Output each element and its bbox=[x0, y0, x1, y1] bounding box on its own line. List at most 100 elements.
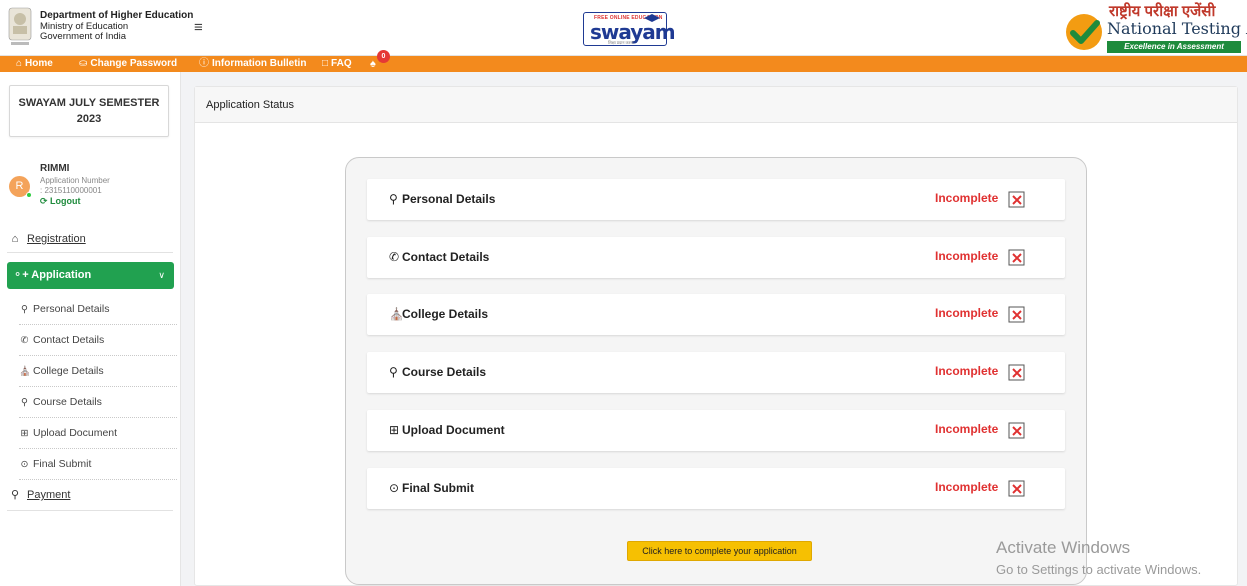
status-panel: ⚲ Personal Details Incomplete ✆ Contact … bbox=[345, 157, 1087, 585]
sidebar-item-label: Registration bbox=[27, 233, 86, 245]
status-row-college-details[interactable]: ⛪ College Details Incomplete bbox=[367, 294, 1065, 335]
semester-title: SWAYAM JULY SEMESTER 2023 bbox=[9, 85, 169, 137]
sidebar-subitem-label: Contact Details bbox=[33, 334, 105, 346]
sidebar: SWAYAM JULY SEMESTER 2023 RIMMI R Applic… bbox=[0, 72, 181, 586]
status-row-contact-details[interactable]: ✆ Contact Details Incomplete bbox=[367, 237, 1065, 278]
sidebar-item-payment[interactable]: ⚲ Payment bbox=[7, 484, 173, 506]
swayam-wordmark: swayam bbox=[590, 20, 676, 44]
lock-icon: ⛀ bbox=[79, 58, 88, 69]
nav-faq[interactable]: □ FAQ bbox=[322, 56, 352, 72]
payment-icon: ⚲ bbox=[10, 489, 20, 501]
nta-tagline: Excellence in Assessment bbox=[1107, 41, 1241, 53]
bank-icon: ⛪ bbox=[19, 366, 31, 377]
status-row-upload-document[interactable]: ⊞ Upload Document Incomplete bbox=[367, 410, 1065, 451]
check-circle-icon: ⊙ bbox=[20, 459, 29, 470]
upload-icon: ⊞ bbox=[389, 423, 400, 437]
emblem-icon bbox=[8, 7, 32, 45]
close-icon[interactable] bbox=[1008, 422, 1027, 439]
add-user-icon: ⚬+ bbox=[13, 269, 32, 281]
bell-icon[interactable]: ♠ bbox=[370, 58, 376, 70]
nav-home[interactable]: ⌂ Home bbox=[16, 56, 53, 72]
watermark-line-1: Activate Windows bbox=[996, 538, 1131, 557]
nta-logo: राष्ट्रीय परीक्षा एजेंसी National Testin… bbox=[1065, 3, 1247, 55]
chevron-down-icon: ∨ bbox=[158, 270, 165, 280]
nav-change-password-label: Change Password bbox=[90, 58, 178, 69]
home-icon: ⌂ bbox=[16, 58, 23, 69]
swayam-logo: FREE ONLINE EDUCATION swayam शिक्षा प्रद… bbox=[583, 12, 676, 46]
home-icon: ⌂ bbox=[11, 233, 19, 245]
sidebar-item-registration[interactable]: ⌂ Registration bbox=[7, 228, 173, 250]
status-row-personal-details[interactable]: ⚲ Personal Details Incomplete bbox=[367, 179, 1065, 220]
application-number: : 2315110000001 bbox=[40, 186, 102, 195]
sidebar-subitem-contact-details[interactable]: ✆ Contact Details bbox=[19, 325, 177, 356]
sidebar-item-application[interactable]: ⚬+ Application ∨ bbox=[7, 262, 174, 289]
phone-icon: ✆ bbox=[389, 250, 400, 264]
nav-information-bulletin-label: Information Bulletin bbox=[212, 58, 307, 69]
award-icon: ⚲ bbox=[21, 397, 28, 408]
sidebar-subitem-upload-document[interactable]: ⊞ Upload Document bbox=[19, 418, 177, 449]
graduation-cap-icon bbox=[644, 14, 660, 22]
row-title: Course Details bbox=[402, 365, 487, 379]
sidebar-subitem-college-details[interactable]: ⛪ College Details bbox=[19, 356, 177, 387]
sidebar-subitem-course-details[interactable]: ⚲ Course Details bbox=[19, 387, 177, 418]
row-title: Personal Details bbox=[402, 192, 496, 206]
status-badge: Incomplete bbox=[935, 422, 999, 436]
notification-badge: 0 bbox=[377, 50, 390, 63]
sidebar-subitem-label: Final Submit bbox=[33, 458, 92, 470]
nta-check-icon bbox=[1066, 14, 1102, 50]
close-icon[interactable] bbox=[1008, 306, 1027, 323]
top-nav-bar: ⌂ Home ⛀ Change Password ⓘ Information Bull… bbox=[0, 56, 1247, 72]
upload-icon: ⊞ bbox=[20, 428, 29, 439]
sidebar-item-label: Application bbox=[31, 269, 92, 281]
row-title: Upload Document bbox=[402, 423, 505, 437]
status-badge: Incomplete bbox=[935, 480, 999, 494]
close-icon[interactable] bbox=[1008, 364, 1027, 381]
hamburger-menu-icon[interactable]: ≡ bbox=[194, 20, 203, 35]
row-title: Contact Details bbox=[402, 250, 490, 264]
close-icon[interactable] bbox=[1008, 249, 1027, 266]
sidebar-subitem-final-submit[interactable]: ⊙ Final Submit bbox=[19, 449, 177, 480]
award-icon: ⚲ bbox=[389, 365, 398, 379]
info-icon: ⓘ bbox=[199, 58, 209, 69]
online-status-dot bbox=[26, 192, 32, 198]
sidebar-item-label: Payment bbox=[27, 489, 71, 501]
status-badge: Incomplete bbox=[935, 306, 999, 320]
logout-icon: ⟳ bbox=[40, 196, 51, 206]
close-icon[interactable] bbox=[1008, 480, 1027, 497]
nta-english-name: National Testing Agency bbox=[1107, 19, 1247, 38]
complete-application-button[interactable]: Click here to complete your application bbox=[627, 541, 812, 561]
phone-icon: ✆ bbox=[20, 335, 29, 346]
logout-label: Logout bbox=[50, 196, 81, 206]
chat-icon: □ bbox=[322, 58, 329, 69]
status-badge: Incomplete bbox=[935, 249, 999, 263]
user-icon: ⚲ bbox=[389, 192, 398, 206]
nav-faq-label: FAQ bbox=[331, 58, 352, 69]
sidebar-subitem-label: Course Details bbox=[33, 396, 102, 408]
divider bbox=[7, 510, 173, 511]
row-title: College Details bbox=[402, 307, 489, 321]
nta-hindi-name: राष्ट्रीय परीक्षा एजेंसी bbox=[1109, 3, 1216, 20]
logout-link[interactable]: ⟳ Logout bbox=[40, 196, 81, 207]
dept-line-3: Government of India bbox=[40, 31, 127, 42]
page-title: Application Status bbox=[195, 87, 1237, 123]
activation-watermark: Activate Windows Go to Settings to activ… bbox=[996, 538, 1201, 579]
application-number-label: Application Number bbox=[40, 176, 110, 185]
nav-information-bulletin[interactable]: ⓘ Information Bulletin bbox=[199, 56, 306, 72]
watermark-line-2: Go to Settings to activate Windows. bbox=[996, 562, 1202, 577]
nav-home-label: Home bbox=[25, 58, 53, 69]
close-icon[interactable] bbox=[1008, 191, 1027, 208]
swayam-subtext: शिक्षा प्रदान करना bbox=[608, 40, 634, 45]
sidebar-subitem-label: College Details bbox=[33, 365, 104, 377]
status-badge: Incomplete bbox=[935, 191, 999, 205]
department-name: Department of Higher Education Ministry … bbox=[40, 10, 194, 43]
check-circle-icon: ⊙ bbox=[389, 481, 400, 495]
status-row-final-submit[interactable]: ⊙ Final Submit Incomplete bbox=[367, 468, 1065, 509]
status-row-course-details[interactable]: ⚲ Course Details Incomplete bbox=[367, 352, 1065, 393]
sidebar-subitem-label: Personal Details bbox=[33, 303, 110, 315]
status-badge: Incomplete bbox=[935, 364, 999, 378]
nav-change-password[interactable]: ⛀ Change Password bbox=[79, 56, 177, 72]
row-title: Final Submit bbox=[402, 481, 474, 495]
user-icon: ⚲ bbox=[21, 304, 28, 315]
sidebar-subitem-personal-details[interactable]: ⚲ Personal Details bbox=[19, 294, 177, 325]
dept-line-1: Department of Higher Education bbox=[40, 10, 194, 21]
